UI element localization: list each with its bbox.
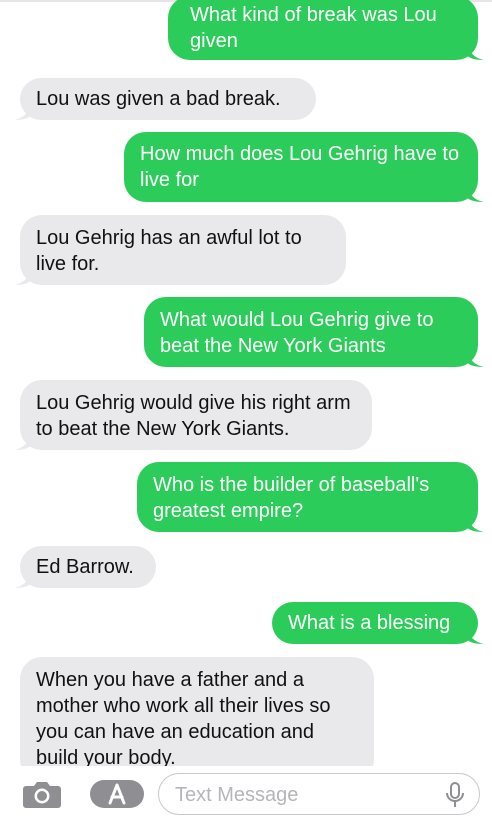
message-thread[interactable]: What kind of break was Lou given Lou was… [0,0,492,766]
message-text: How much does Lou Gehrig have to live fo… [140,143,460,191]
message-bubble-outgoing[interactable]: What would Lou Gehrig give to beat the N… [144,297,484,367]
message-bubble-incoming[interactable]: Ed Barrow. [14,546,156,588]
message-bubble-outgoing[interactable]: How much does Lou Gehrig have to live fo… [124,132,484,202]
camera-button[interactable] [22,778,62,810]
message-bubble-incoming[interactable]: When you have a father and a mother who … [20,657,374,766]
message-text: Lou was given a bad break. [36,88,281,110]
message-bubble-incoming[interactable]: Lou was given a bad break. [14,78,316,120]
message-bubble-outgoing[interactable]: What kind of break was Lou given [168,0,484,60]
message-text: When you have a father and a mother who … [36,669,331,766]
message-text: Lou Gehrig has an awful lot to live for. [36,227,302,275]
bubble-tail [14,265,32,285]
message-bubble-outgoing[interactable]: Who is the builder of baseball's greates… [137,462,484,532]
microphone-button[interactable] [444,781,466,809]
message-text: What would Lou Gehrig give to beat the N… [160,309,434,357]
bubble-tail [14,100,32,120]
bubble-tail [466,347,484,367]
message-bubble-incoming[interactable]: Lou Gehrig has an awful lot to live for. [14,215,346,285]
microphone-icon [446,782,464,807]
message-text: Ed Barrow. [36,556,134,578]
message-bubble-incoming[interactable]: Lou Gehrig would give his right arm to b… [14,380,372,450]
messages-screen: What kind of break was Lou given Lou was… [0,0,492,819]
bubble-tail [14,430,32,450]
bubble-tail [14,568,32,588]
message-text: Lou Gehrig would give his right arm to b… [36,392,351,440]
message-text: What kind of break was Lou given [190,4,437,52]
bubble-tail [466,512,484,532]
bubble-tail [466,40,484,60]
message-text: Who is the builder of baseball's greates… [153,474,430,522]
message-text: What is a blessing [288,612,451,634]
bubble-tail [466,182,484,202]
app-store-button[interactable] [88,778,146,810]
bubble-tail [466,624,484,644]
text-message-input[interactable] [175,782,435,808]
app-store-icon [90,780,144,808]
message-bubble-outgoing[interactable]: What is a blessing [272,602,484,644]
camera-icon [23,782,61,808]
text-message-field[interactable] [158,773,480,815]
